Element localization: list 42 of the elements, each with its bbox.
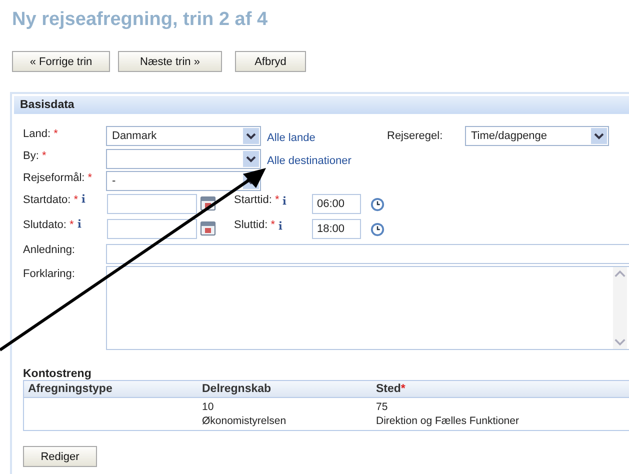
all-countries-link[interactable]: Alle lande bbox=[267, 128, 387, 144]
field-label: Starttid: * bbox=[234, 194, 280, 206]
chevron-icon bbox=[243, 128, 259, 144]
edit-button[interactable]: Rediger bbox=[23, 446, 97, 467]
date-field[interactable] bbox=[107, 219, 197, 239]
field-label: Rejseregel: bbox=[387, 130, 444, 142]
travel-rule-dropdown[interactable]: Time/dagpenge bbox=[465, 126, 609, 146]
time-field[interactable]: 06:00 bbox=[312, 194, 361, 214]
occasion-field[interactable] bbox=[106, 244, 629, 264]
info-icon[interactable] bbox=[278, 221, 283, 230]
chevron-icon bbox=[243, 151, 259, 167]
table-cell-text: 75 bbox=[376, 400, 389, 414]
step-button[interactable]: Næste trin » bbox=[118, 51, 222, 72]
table-cell-text: Økonomistyrelsen bbox=[202, 414, 288, 428]
field-label: By: * bbox=[23, 149, 48, 162]
step-button[interactable]: Afbryd bbox=[235, 51, 306, 72]
panel-header: Basisdata bbox=[14, 96, 629, 114]
country-dropdown[interactable]: Danmark bbox=[106, 126, 261, 146]
field-label: Startdato: * bbox=[23, 193, 78, 206]
clock-icon[interactable] bbox=[370, 197, 385, 212]
section-title: Kontostreng bbox=[23, 368, 92, 380]
all-destinations-link[interactable]: Alle destinationer bbox=[267, 151, 387, 167]
chevron-icon bbox=[591, 128, 607, 144]
column-header: Afregningstype bbox=[27, 382, 114, 397]
table-cell-text: 10 bbox=[202, 400, 215, 414]
field-label: Forklaring: bbox=[23, 267, 76, 280]
page-title: Ny rejseafregning, trin 2 af 4 bbox=[12, 9, 268, 31]
info-icon[interactable] bbox=[81, 194, 86, 203]
step-button[interactable]: « Forrige trin bbox=[12, 51, 110, 72]
column-header: Sted* bbox=[376, 382, 406, 397]
table-cell: Direktion og Fælles Funktioner bbox=[376, 414, 519, 428]
field-label: Rejseformål: * bbox=[23, 171, 94, 184]
info-icon[interactable] bbox=[282, 196, 288, 205]
time-field[interactable]: 18:00 bbox=[312, 219, 361, 239]
field-label: Slutdato: * bbox=[23, 218, 74, 231]
clock-icon[interactable] bbox=[370, 222, 385, 237]
field-label: Anledning: bbox=[23, 243, 76, 256]
info-icon[interactable] bbox=[76, 219, 82, 228]
column-header: Delregnskab bbox=[202, 382, 272, 397]
field-label: Sluttid: * bbox=[234, 219, 275, 231]
field-label: Land: * bbox=[23, 127, 59, 140]
date-field[interactable] bbox=[107, 194, 197, 214]
